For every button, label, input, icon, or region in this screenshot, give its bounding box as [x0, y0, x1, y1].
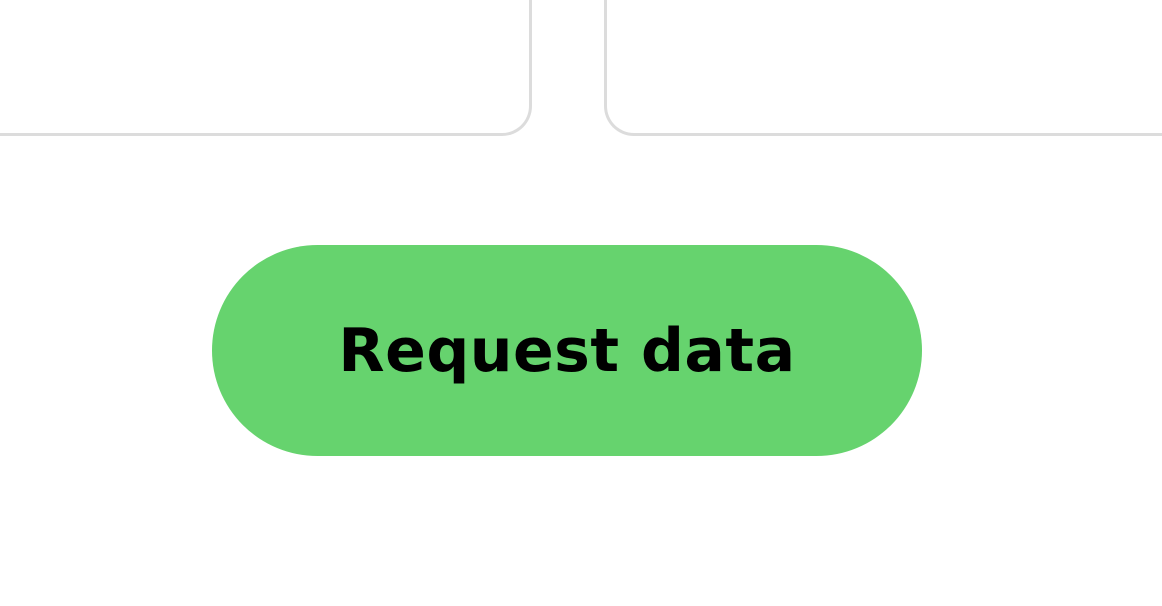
option-card-left[interactable] [0, 0, 532, 136]
page: Request data [0, 0, 1162, 606]
request-data-button[interactable]: Request data [212, 245, 922, 456]
request-data-button-label: Request data [338, 315, 796, 386]
option-card-right[interactable] [604, 0, 1162, 136]
